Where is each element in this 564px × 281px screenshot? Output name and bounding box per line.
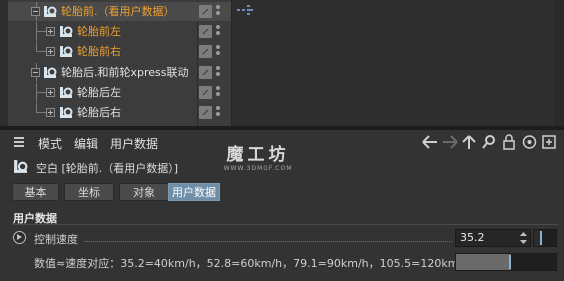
tree-item-label: 轮胎后右	[77, 106, 121, 119]
param-label: 控制速度	[34, 233, 78, 246]
object-title: 空白 [轮胎前.（看用户数据）]	[36, 162, 179, 175]
menu-grip-icon[interactable]	[14, 137, 24, 147]
render-dots-icon[interactable]	[216, 106, 220, 120]
expand-icon[interactable]	[46, 47, 55, 56]
tree-row-tire-front[interactable]: 轮胎前.（看用户数据）	[8, 2, 231, 21]
object-manager-tree: 轮胎前.（看用户数据） 轮胎前左 轮胎前右 轮胎后.和前轮xpress联动 轮胎…	[0, 0, 564, 126]
spinner-arrows-icon[interactable]	[520, 231, 527, 245]
info-slider-fill	[456, 254, 511, 270]
new-window-icon[interactable]	[542, 134, 556, 150]
param-row-info: 数值≈速度对应：35.2=40km/h，52.8=60km/h，79.1=90k…	[0, 252, 564, 272]
tree-row-tire-front-right[interactable]: 轮胎前右	[8, 42, 231, 61]
param-label: 数值≈速度对应：35.2=40km/h，52.8=60km/h，79.1=90k…	[34, 257, 470, 270]
visibility-toggle-icon[interactable]	[199, 66, 212, 79]
visibility-toggle-icon[interactable]	[199, 45, 212, 58]
null-object-icon	[44, 67, 57, 78]
tree-row-tire-rear[interactable]: 轮胎后.和前轮xpress联动	[8, 63, 231, 82]
collapse-icon[interactable]	[31, 68, 40, 77]
arrow-up-icon[interactable]	[462, 134, 476, 150]
tree-item-label: 轮胎后.和前轮xpress联动	[61, 66, 189, 79]
null-object-icon	[60, 26, 73, 37]
null-object-icon	[44, 6, 57, 17]
render-dots-icon[interactable]	[216, 86, 220, 100]
render-dots-icon[interactable]	[216, 66, 220, 80]
section-divider	[12, 224, 558, 225]
info-slider[interactable]	[455, 253, 557, 271]
null-object-icon	[60, 107, 73, 118]
tree-row-tire-rear-left[interactable]: 轮胎后左	[8, 83, 231, 102]
visibility-toggle-icon[interactable]	[199, 106, 212, 119]
tree-item-label: 轮胎前.（看用户数据）	[61, 5, 175, 18]
xpresso-tag-icon[interactable]	[237, 5, 253, 15]
tab-object[interactable]: 对象	[119, 183, 169, 201]
menu-user-data[interactable]: 用户数据	[110, 135, 158, 152]
tab-coordinates[interactable]: 坐标	[64, 183, 114, 201]
tree-scrollbar[interactable]	[554, 0, 564, 126]
render-dots-icon[interactable]	[216, 25, 220, 39]
visibility-toggle-icon[interactable]	[199, 86, 212, 99]
null-object-icon	[60, 87, 73, 98]
arrow-left-icon[interactable]	[421, 134, 439, 150]
info-slider-knob[interactable]	[509, 255, 511, 269]
expand-icon[interactable]	[46, 108, 55, 117]
target-icon[interactable]	[522, 134, 537, 150]
visibility-toggle-icon[interactable]	[199, 25, 212, 38]
dotted-leader	[84, 241, 452, 242]
speed-slider[interactable]	[533, 229, 557, 247]
collapse-icon[interactable]	[31, 7, 40, 16]
visibility-toggle-icon[interactable]	[199, 5, 212, 18]
speed-slider-knob[interactable]	[540, 231, 542, 245]
arrow-right-icon[interactable]	[441, 134, 459, 150]
param-row-speed: 控制速度 35.2	[0, 228, 564, 248]
object-header: 空白 [轮胎前.（看用户数据）]	[0, 157, 564, 179]
tree-item-label: 轮胎前右	[77, 45, 121, 58]
speed-input[interactable]: 35.2	[455, 229, 531, 247]
tree-item-label: 轮胎后左	[77, 86, 121, 99]
expand-icon[interactable]	[46, 88, 55, 97]
expand-icon[interactable]	[46, 27, 55, 36]
render-dots-icon[interactable]	[216, 45, 220, 59]
search-icon[interactable]	[482, 134, 496, 150]
keyframe-toggle-icon[interactable]	[13, 231, 26, 244]
tree-row-tire-rear-right[interactable]: 轮胎后右	[8, 103, 231, 122]
menu-mode[interactable]: 模式	[38, 135, 62, 152]
tab-basic[interactable]: 基本	[12, 183, 59, 201]
null-object-icon	[60, 46, 73, 57]
null-object-icon	[14, 160, 28, 173]
tab-user-data[interactable]: 用户数据	[168, 183, 220, 201]
menu-edit[interactable]: 编辑	[74, 135, 98, 152]
speed-value: 35.2	[460, 231, 485, 244]
tree-item-label: 轮胎前左	[77, 25, 121, 38]
tree-tag-column	[231, 0, 564, 126]
lock-icon[interactable]	[502, 134, 516, 150]
tree-row-tire-front-left[interactable]: 轮胎前左	[8, 22, 231, 41]
render-dots-icon[interactable]	[216, 5, 220, 19]
